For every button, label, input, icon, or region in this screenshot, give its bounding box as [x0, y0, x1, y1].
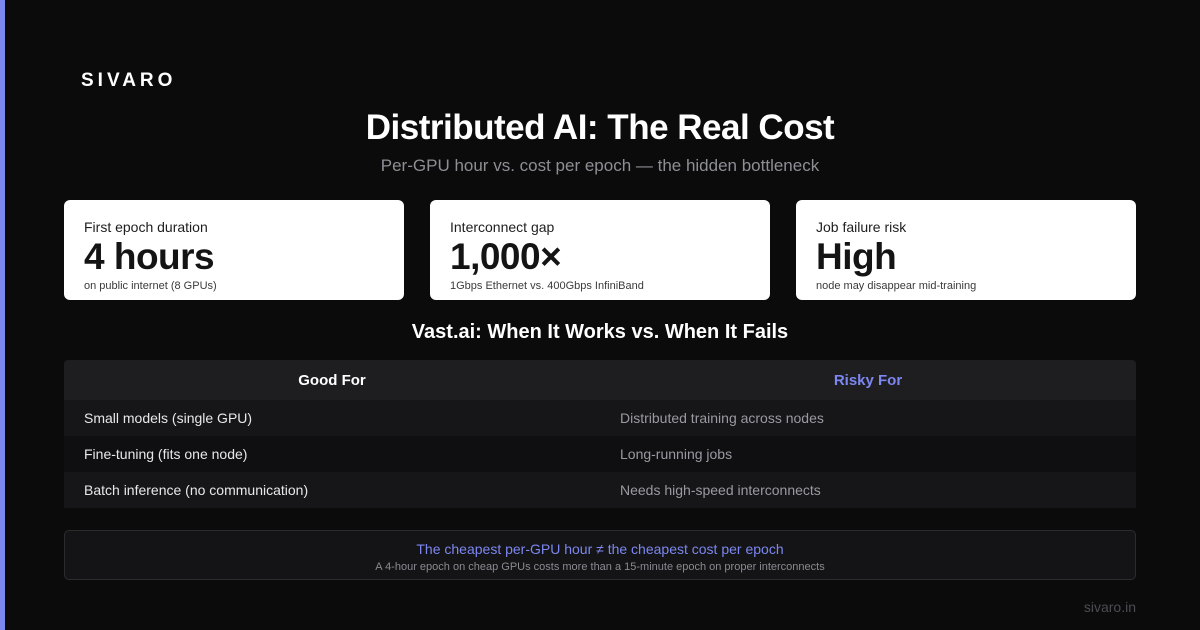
stat-card-epoch-duration: First epoch duration 4 hours on public i… [64, 200, 404, 300]
stat-label: Job failure risk [816, 219, 907, 235]
stat-card-interconnect-gap: Interconnect gap 1,000× 1Gbps Ethernet v… [430, 200, 770, 300]
stat-note: on public internet (8 GPUs) [84, 280, 217, 292]
comparison-title: Vast.ai: When It Works vs. When It Fails [411, 321, 789, 343]
stat-label: First epoch duration [84, 219, 208, 235]
column-header-risky-for: Risky For [833, 371, 903, 389]
good-for-cell: Small models (single GPU) [84, 410, 253, 426]
brand-logo: SIVARO [81, 70, 177, 91]
risky-for-cell: Long-running jobs [620, 446, 733, 462]
risky-for-cell: Needs high-speed interconnects [620, 482, 821, 498]
column-header-good-for: Good For [298, 371, 366, 389]
callout-headline: The cheapest per-GPU hour ≠ the cheapest… [416, 541, 784, 557]
table-row: Fine-tuning (fits one node) Long-running… [64, 436, 1136, 472]
key-takeaway-callout: The cheapest per-GPU hour ≠ the cheapest… [64, 530, 1136, 580]
table-row: Small models (single GPU) Distributed tr… [64, 400, 1136, 436]
table-row: Batch inference (no communication) Needs… [64, 472, 1136, 508]
stat-value: 4 hours [84, 236, 215, 277]
callout-detail: A 4-hour epoch on cheap GPUs costs more … [375, 561, 825, 573]
stat-card-failure-risk: Job failure risk High node may disappear… [796, 200, 1136, 300]
footer-url: sivaro.in [1083, 599, 1136, 615]
stat-label: Interconnect gap [450, 219, 555, 235]
stat-value: High [816, 236, 897, 277]
good-for-cell: Batch inference (no communication) [84, 482, 309, 498]
stat-value: 1,000× [450, 236, 562, 277]
risky-for-cell: Distributed training across nodes [620, 410, 824, 426]
page-title: Distributed AI: The Real Cost [365, 108, 835, 147]
comparison-table: Good For Risky For Small models (single … [64, 360, 1136, 508]
stat-note: node may disappear mid-training [816, 280, 977, 292]
comparison-header-row: Good For Risky For [64, 360, 1136, 400]
stat-note: 1Gbps Ethernet vs. 400Gbps InfiniBand [450, 280, 644, 292]
page-subtitle: Per-GPU hour vs. cost per epoch — the hi… [380, 156, 820, 175]
good-for-cell: Fine-tuning (fits one node) [84, 446, 248, 462]
accent-bar [0, 0, 5, 630]
